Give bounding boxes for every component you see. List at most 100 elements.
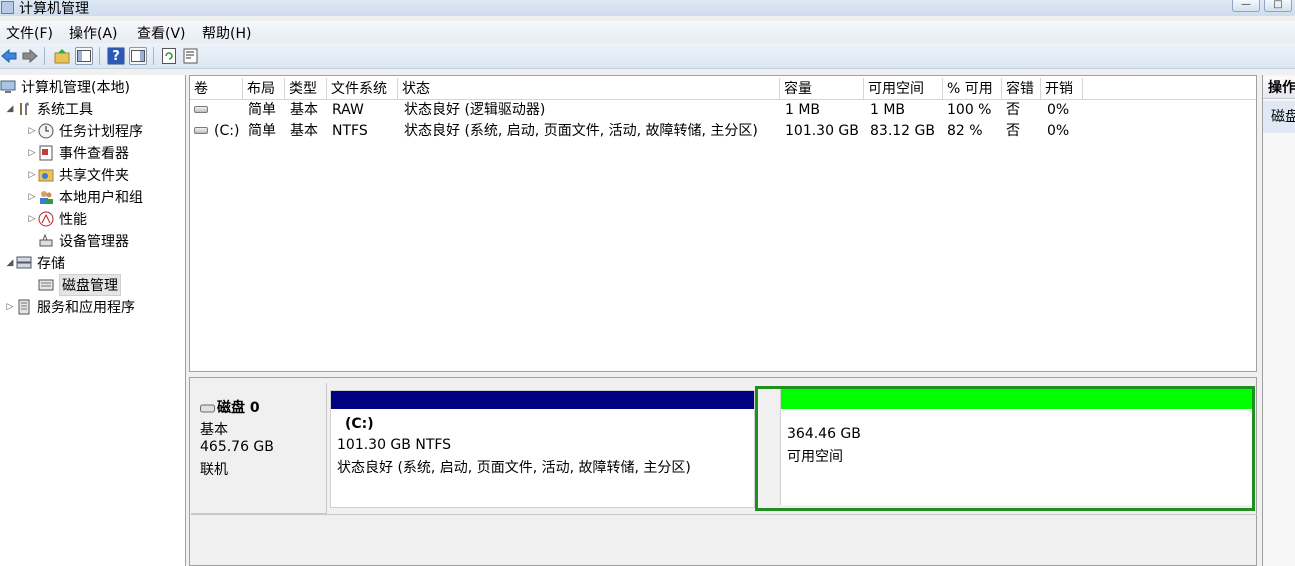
actions-header: 操作 [1263,77,1295,99]
expanded-arrow-icon[interactable]: ◢ [4,258,16,268]
collapsed-arrow-icon[interactable]: ▷ [26,170,38,180]
users-icon [38,189,54,205]
minimize-button[interactable]: — [1232,0,1260,12]
toolbar-separator [99,47,100,65]
primary-partition-bar [331,391,754,409]
column-header-type[interactable]: 类型 [285,78,327,100]
partition-c[interactable]: (C:) 101.30 GB NTFS 状态良好 (系统, 启动, 页面文件, … [330,390,755,508]
disk-info-panel[interactable]: 磁盘 0 基本 465.76 GB 联机 [191,383,327,514]
tree-node-disk-management[interactable]: 磁盘管理 [38,274,121,296]
collapsed-arrow-icon[interactable]: ▷ [26,148,38,158]
toolbar: ? [0,43,1295,69]
expanded-arrow-icon[interactable]: ◢ [4,104,16,114]
maximize-button[interactable]: □ [1264,0,1292,12]
cell-filesystem: NTFS [332,123,368,139]
tree-node-device-manager[interactable]: 设备管理器 [38,231,129,251]
volume-list: 卷 布局 类型 文件系统 状态 容量 可用空间 % 可用 容错 开销 简单 基本… [189,75,1257,372]
tree-label: 性能 [59,212,87,228]
tree-label: 共享文件夹 [59,168,129,184]
menu-file[interactable]: 文件(F) [4,23,55,43]
toolbar-separator [153,47,154,65]
tree-label: 事件查看器 [59,146,129,162]
tree-label: 任务计划程序 [59,124,143,140]
show-hide-tree-icon[interactable] [75,47,93,65]
clock-icon [38,123,54,139]
storage-icon [16,255,32,271]
tree-node-services-apps[interactable]: ▷ 服务和应用程序 [4,297,135,317]
tree-node-event-viewer[interactable]: ▷ 事件查看器 [26,143,129,163]
cell-free-space: 1 MB [870,102,906,118]
window-title: 计算机管理 [19,1,89,17]
table-row[interactable]: (C:) 简单 基本 NTFS 状态良好 (系统, 启动, 页面文件, 活动, … [190,121,1256,142]
refresh-icon[interactable] [160,47,178,65]
free-space-label: 可用空间 [787,449,843,465]
column-header-percent-free[interactable]: % 可用 [943,78,1002,100]
collapsed-arrow-icon[interactable]: ▷ [26,214,38,224]
menu-action[interactable]: 操作(A) [67,23,120,43]
cell-free-space: 83.12 GB [870,123,935,139]
tree-node-system-tools[interactable]: ◢ 系统工具 [4,99,93,119]
event-log-icon [38,145,54,161]
properties-icon[interactable] [129,47,147,65]
disk-graphical-view: 磁盘 0 基本 465.76 GB 联机 (C:) 101.30 GB NTFS… [189,377,1257,566]
tree-node-local-users[interactable]: ▷ 本地用户和组 [26,187,143,207]
help-icon[interactable]: ? [107,47,125,65]
partition-status: 状态良好 (系统, 启动, 页面文件, 活动, 故障转储, 主分区) [337,460,691,476]
disk-management-icon [38,277,54,293]
cell-overhead: 0% [1047,123,1070,139]
free-space-size: 364.46 GB [787,426,861,442]
volume-list-header: 卷 布局 类型 文件系统 状态 容量 可用空间 % 可用 容错 开销 [190,78,1256,100]
cell-overhead: 0% [1047,102,1070,118]
tree-node-computer-management[interactable]: 计算机管理(本地) [0,77,130,97]
disk-icon [200,404,215,412]
disk-size: 465.76 GB [200,439,274,455]
drive-icon [194,127,208,134]
cell-volume: (C:) [214,123,240,139]
computer-icon [0,79,16,95]
cell-layout: 简单 [248,102,276,118]
tree-node-performance[interactable]: ▷ 性能 [26,209,87,229]
column-header-overhead[interactable]: 开销 [1041,78,1083,100]
free-space-bar [781,389,1252,409]
disk-type: 基本 [200,422,228,438]
export-icon[interactable] [182,47,200,65]
tree-label: 设备管理器 [59,234,129,250]
column-header-layout[interactable]: 布局 [243,78,285,100]
column-header-fault-tolerance[interactable]: 容错 [1002,78,1041,100]
disk-name: 磁盘 0 [200,397,260,417]
collapsed-arrow-icon[interactable]: ▷ [4,302,16,312]
cell-percent-free: 100 % [947,102,992,118]
disk-status: 联机 [200,462,228,478]
tree-label: 系统工具 [37,102,93,118]
computer-management-icon [1,1,14,14]
free-space-inner: 364.46 GB 可用空间 [780,389,1252,505]
menu-help[interactable]: 帮助(H) [200,23,253,43]
up-folder-icon[interactable] [53,47,71,65]
toolbar-separator [44,47,45,65]
menu-view[interactable]: 查看(V) [135,23,188,43]
tree-label: 计算机管理(本地) [21,80,130,96]
column-header-status[interactable]: 状态 [398,78,780,100]
collapsed-arrow-icon[interactable]: ▷ [26,192,38,202]
partition-free-space[interactable]: 364.46 GB 可用空间 [755,386,1255,511]
menu-bar: 文件(F) 操作(A) 查看(V) 帮助(H) [0,21,1295,43]
back-arrow-icon[interactable] [0,47,18,65]
cell-percent-free: 82 % [947,123,983,139]
forward-arrow-icon[interactable] [21,47,39,65]
column-header-capacity[interactable]: 容量 [780,78,864,100]
actions-item-disk[interactable]: 磁盘 [1263,101,1295,133]
performance-icon [38,211,54,227]
column-header-free-space[interactable]: 可用空间 [864,78,943,100]
column-header-filesystem[interactable]: 文件系统 [327,78,398,100]
tree-node-shared-folders[interactable]: ▷ 共享文件夹 [26,165,129,185]
cell-type: 基本 [290,102,318,118]
cell-status: 状态良好 (系统, 启动, 页面文件, 活动, 故障转储, 主分区) [404,123,758,139]
cell-status: 状态良好 (逻辑驱动器) [404,102,546,118]
tree-node-task-scheduler[interactable]: ▷ 任务计划程序 [26,121,143,141]
cell-capacity: 1 MB [785,102,821,118]
device-manager-icon [38,233,54,249]
collapsed-arrow-icon[interactable]: ▷ [26,126,38,136]
column-header-volume[interactable]: 卷 [190,78,243,100]
tree-node-storage[interactable]: ◢ 存储 [4,253,65,273]
table-row[interactable]: 简单 基本 RAW 状态良好 (逻辑驱动器) 1 MB 1 MB 100 % 否… [190,100,1256,121]
